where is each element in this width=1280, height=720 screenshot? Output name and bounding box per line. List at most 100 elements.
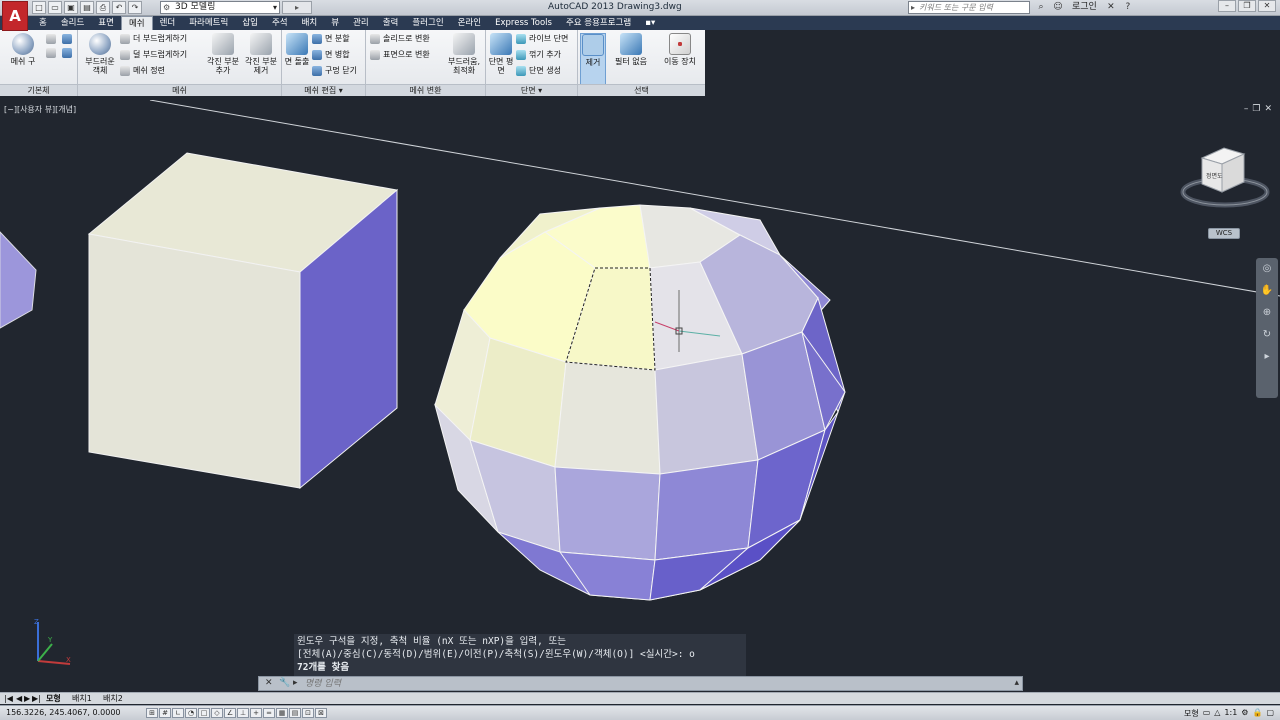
exchange-icon[interactable]: ✕: [1104, 1, 1118, 14]
workspace-select[interactable]: 3D 모델링: [160, 1, 280, 14]
vp-close-icon[interactable]: ✕: [1264, 104, 1272, 114]
panel-label-primitives[interactable]: 기본체: [0, 84, 77, 96]
tab-express-tools[interactable]: Express Tools: [488, 16, 559, 30]
user-icon[interactable]: ☺: [1051, 1, 1065, 14]
am-toggle[interactable]: ⊠: [315, 708, 327, 718]
smooth-object-button[interactable]: 부드러운 객체: [82, 33, 118, 75]
model-space-button[interactable]: 모형: [1184, 708, 1199, 719]
redo-icon[interactable]: ↷: [128, 1, 142, 14]
minimize-button[interactable]: –: [1218, 0, 1236, 12]
tab-output[interactable]: 출력: [376, 16, 406, 30]
extrude-face-button[interactable]: 면 돌출: [284, 33, 310, 66]
wcs-menu[interactable]: WCS: [1208, 228, 1240, 239]
command-close-icon[interactable]: ✕: [265, 678, 273, 688]
generate-section-button[interactable]: 단면 생성: [516, 66, 561, 76]
save-icon[interactable]: ▣: [64, 1, 78, 14]
command-customize-icon[interactable]: 🔧: [279, 678, 290, 688]
close-hole-button[interactable]: 구멍 닫기: [312, 66, 357, 76]
tab-solid[interactable]: 솔리드: [54, 16, 91, 30]
tab-layout[interactable]: 배치: [295, 16, 325, 30]
add-crease-button[interactable]: 각진 부분 추가: [204, 33, 242, 75]
coordinates-readout[interactable]: 156.3226, 245.4067, 0.0000: [6, 708, 121, 717]
tab-home[interactable]: 홈: [32, 16, 54, 30]
merge-face-button[interactable]: 면 병합: [312, 50, 350, 60]
live-section-button[interactable]: 라이브 단면: [516, 34, 568, 44]
panel-label-selection[interactable]: 선택: [578, 84, 705, 96]
search-icon[interactable]: ⌕: [1034, 1, 1048, 14]
tab-online[interactable]: 온라인: [451, 16, 488, 30]
no-filter-button[interactable]: 필터 없음: [612, 33, 650, 66]
tab-parametric[interactable]: 파라메트릭: [182, 16, 235, 30]
panel-label-mesh-edit[interactable]: 메쉬 편집 ▾: [282, 84, 365, 96]
search-input[interactable]: 키워드 또는 구문 입력: [908, 1, 1030, 14]
smooth-less-button[interactable]: 덜 부드럽게하기: [120, 50, 187, 60]
lock-icon[interactable]: 🔒: [1252, 708, 1262, 719]
osnap-toggle[interactable]: □: [198, 708, 210, 718]
new-icon[interactable]: □: [32, 1, 46, 14]
layout-nav-next[interactable]: ▶: [24, 693, 30, 704]
tab-model[interactable]: 모형: [46, 693, 61, 704]
ortho-toggle[interactable]: ∟: [172, 708, 184, 718]
remove-crease-button[interactable]: 각진 부분 제거: [242, 33, 280, 75]
panel-label-mesh[interactable]: 메쉬: [78, 84, 281, 96]
command-history-toggle-icon[interactable]: ▴: [1014, 678, 1019, 688]
sc-toggle[interactable]: ⊡: [302, 708, 314, 718]
steering-wheel-icon[interactable]: ◎: [1256, 258, 1278, 280]
viewport-controls-label[interactable]: [−][사용자 뷰][개념]: [4, 104, 76, 115]
showmotion-icon[interactable]: ▸: [1256, 346, 1278, 368]
print-icon[interactable]: ⎙: [96, 1, 110, 14]
tab-plugins[interactable]: 플러그인: [405, 16, 450, 30]
tab-layout1[interactable]: 배치1: [72, 693, 92, 704]
layout-nav-first[interactable]: |◀: [4, 693, 13, 704]
tpy-toggle[interactable]: ▦: [276, 708, 288, 718]
model-canvas[interactable]: [0, 100, 1280, 674]
tab-annotate[interactable]: 주석: [265, 16, 295, 30]
tab-layout2[interactable]: 배치2: [103, 693, 123, 704]
zoom-icon[interactable]: ⊕: [1256, 302, 1278, 324]
ducs-toggle[interactable]: ⊥: [237, 708, 249, 718]
mesh-box[interactable]: [87, 152, 399, 490]
section-plane-button[interactable]: 단면 평면: [488, 33, 514, 75]
3dosnap-toggle[interactable]: ◇: [211, 708, 223, 718]
convert-to-surface-button[interactable]: 표면으로 변환: [370, 50, 430, 60]
undo-icon[interactable]: ↶: [112, 1, 126, 14]
tab-mesh[interactable]: 메쉬: [120, 16, 153, 30]
mesh-sphere-button[interactable]: 메쉬 구: [6, 33, 40, 66]
workspace-switch-icon[interactable]: ⚙: [1241, 708, 1248, 719]
dyn-toggle[interactable]: +: [250, 708, 262, 718]
tab-manage[interactable]: 관리: [346, 16, 376, 30]
command-recent-icon[interactable]: ▸: [293, 678, 298, 688]
lwt-toggle[interactable]: ═: [263, 708, 275, 718]
mesh-sphere[interactable]: [434, 204, 846, 601]
refine-mesh-button[interactable]: 메쉬 정련: [120, 66, 165, 76]
close-button[interactable]: ✕: [1258, 0, 1276, 12]
annotation-scale[interactable]: 1:1: [1224, 708, 1237, 719]
move-gizmo-button[interactable]: 이동 장치: [658, 33, 702, 66]
smooth-optimized-button[interactable]: 부드러움, 최적화: [444, 33, 484, 75]
saveas-icon[interactable]: ▤: [80, 1, 94, 14]
selection-remove-button[interactable]: 제거: [580, 33, 606, 85]
smooth-more-button[interactable]: 더 부드럽게하기: [120, 34, 187, 44]
clean-screen-icon[interactable]: ▢: [1266, 708, 1274, 719]
annotation-scale-icon[interactable]: △: [1214, 708, 1220, 719]
workspace-extra-button[interactable]: ▸: [282, 1, 312, 14]
tab-view[interactable]: 뷰: [324, 16, 346, 30]
panel-label-section[interactable]: 단면 ▾: [486, 84, 577, 96]
quick-view-layouts-icon[interactable]: ▭: [1203, 708, 1211, 719]
add-jog-button[interactable]: 꺾기 추가: [516, 50, 561, 60]
command-input[interactable]: [305, 678, 995, 689]
tab-surface[interactable]: 표면: [91, 16, 121, 30]
application-menu-button[interactable]: A: [2, 1, 28, 31]
restore-button[interactable]: ❐: [1238, 0, 1256, 12]
vp-restore-icon[interactable]: ❐: [1252, 104, 1260, 114]
grid-toggle[interactable]: #: [159, 708, 171, 718]
panel-label-convert[interactable]: 메쉬 변환: [366, 84, 485, 96]
tab-overflow-toggle[interactable]: ▪▾: [638, 16, 662, 30]
help-icon[interactable]: ?: [1121, 1, 1135, 14]
otrack-toggle[interactable]: ∠: [224, 708, 236, 718]
pan-icon[interactable]: ✋: [1256, 280, 1278, 302]
viewcube[interactable]: 정면도: [1180, 140, 1270, 220]
open-icon[interactable]: ▭: [48, 1, 62, 14]
snap-toggle[interactable]: ⊞: [146, 708, 158, 718]
tab-insert[interactable]: 삽입: [235, 16, 265, 30]
